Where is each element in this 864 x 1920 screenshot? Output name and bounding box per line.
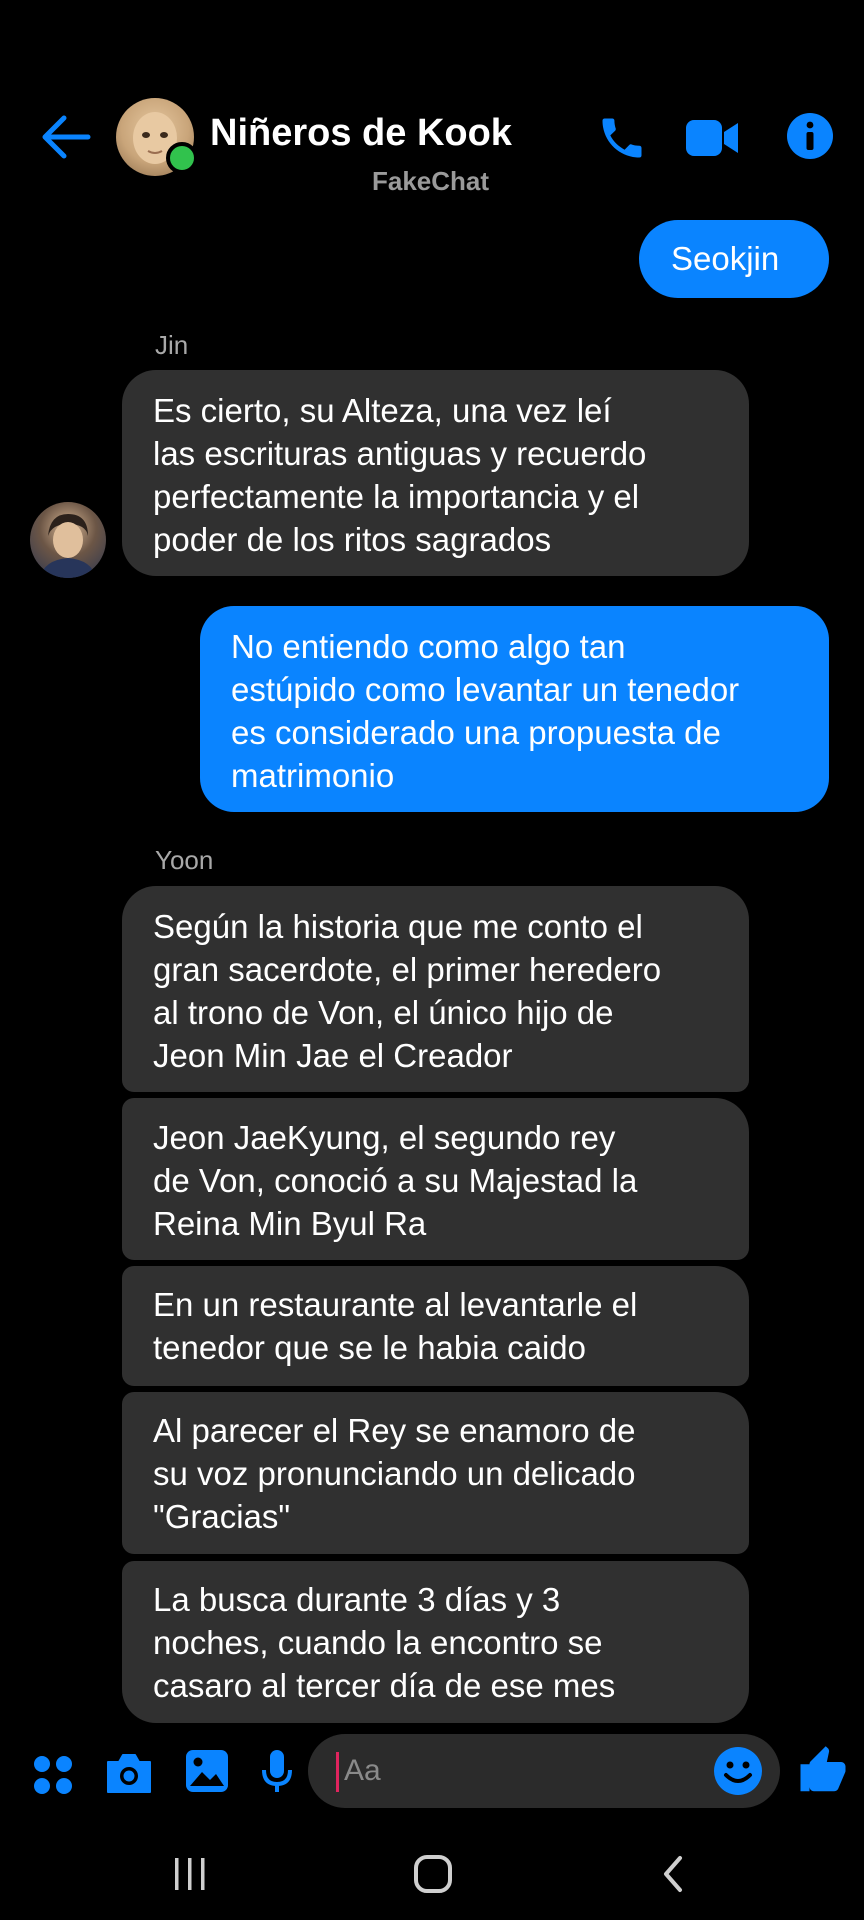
message-bubble-incoming[interactable]: Al parecer el Rey se enamoro de su voz p… bbox=[122, 1392, 749, 1554]
thumbs-up-icon[interactable] bbox=[796, 1744, 850, 1803]
sender-name: Yoon bbox=[155, 845, 214, 875]
phone-icon[interactable] bbox=[596, 112, 648, 164]
camera-icon[interactable] bbox=[104, 1750, 154, 1801]
message-bubble-incoming[interactable]: La busca durante 3 días y 3 noches, cuan… bbox=[122, 1561, 749, 1723]
sender-avatar-jin[interactable] bbox=[30, 502, 106, 578]
apps-grid-icon[interactable] bbox=[32, 1754, 74, 1801]
video-camera-icon[interactable] bbox=[684, 116, 740, 160]
gallery-icon[interactable] bbox=[184, 1748, 230, 1799]
message-bubble-incoming[interactable]: En un restaurante al levantarle el tened… bbox=[122, 1266, 749, 1386]
back-arrow-icon[interactable] bbox=[38, 110, 92, 164]
online-status-dot bbox=[166, 142, 198, 174]
message-composer[interactable] bbox=[308, 1734, 780, 1808]
group-avatar[interactable] bbox=[116, 98, 198, 178]
home-icon[interactable] bbox=[412, 1852, 454, 1901]
emoji-icon[interactable] bbox=[712, 1745, 764, 1797]
chat-title[interactable]: Niñeros de Kook bbox=[210, 112, 512, 155]
back-nav-icon[interactable] bbox=[658, 1854, 688, 1899]
recent-apps-icon[interactable] bbox=[172, 1854, 208, 1899]
message-bubble-outgoing[interactable]: No entiendo como algo tan estúpido como … bbox=[200, 606, 829, 812]
sender-name: Jin bbox=[155, 330, 189, 360]
system-navigation-bar bbox=[0, 1830, 864, 1920]
message-bubble-incoming[interactable]: Jeon JaeKyung, el segundo rey de Von, co… bbox=[122, 1098, 749, 1260]
message-bubble-incoming[interactable]: Es cierto, su Alteza, una vez leí las es… bbox=[122, 370, 749, 576]
message-input[interactable] bbox=[334, 1734, 704, 1808]
info-icon[interactable] bbox=[786, 112, 834, 160]
chat-subtitle: FakeChat bbox=[372, 166, 490, 196]
microphone-icon[interactable] bbox=[260, 1748, 294, 1801]
message-bubble-outgoing[interactable]: Seokjin bbox=[639, 220, 829, 298]
message-bubble-incoming[interactable]: Según la historia que me conto el gran s… bbox=[122, 886, 749, 1092]
